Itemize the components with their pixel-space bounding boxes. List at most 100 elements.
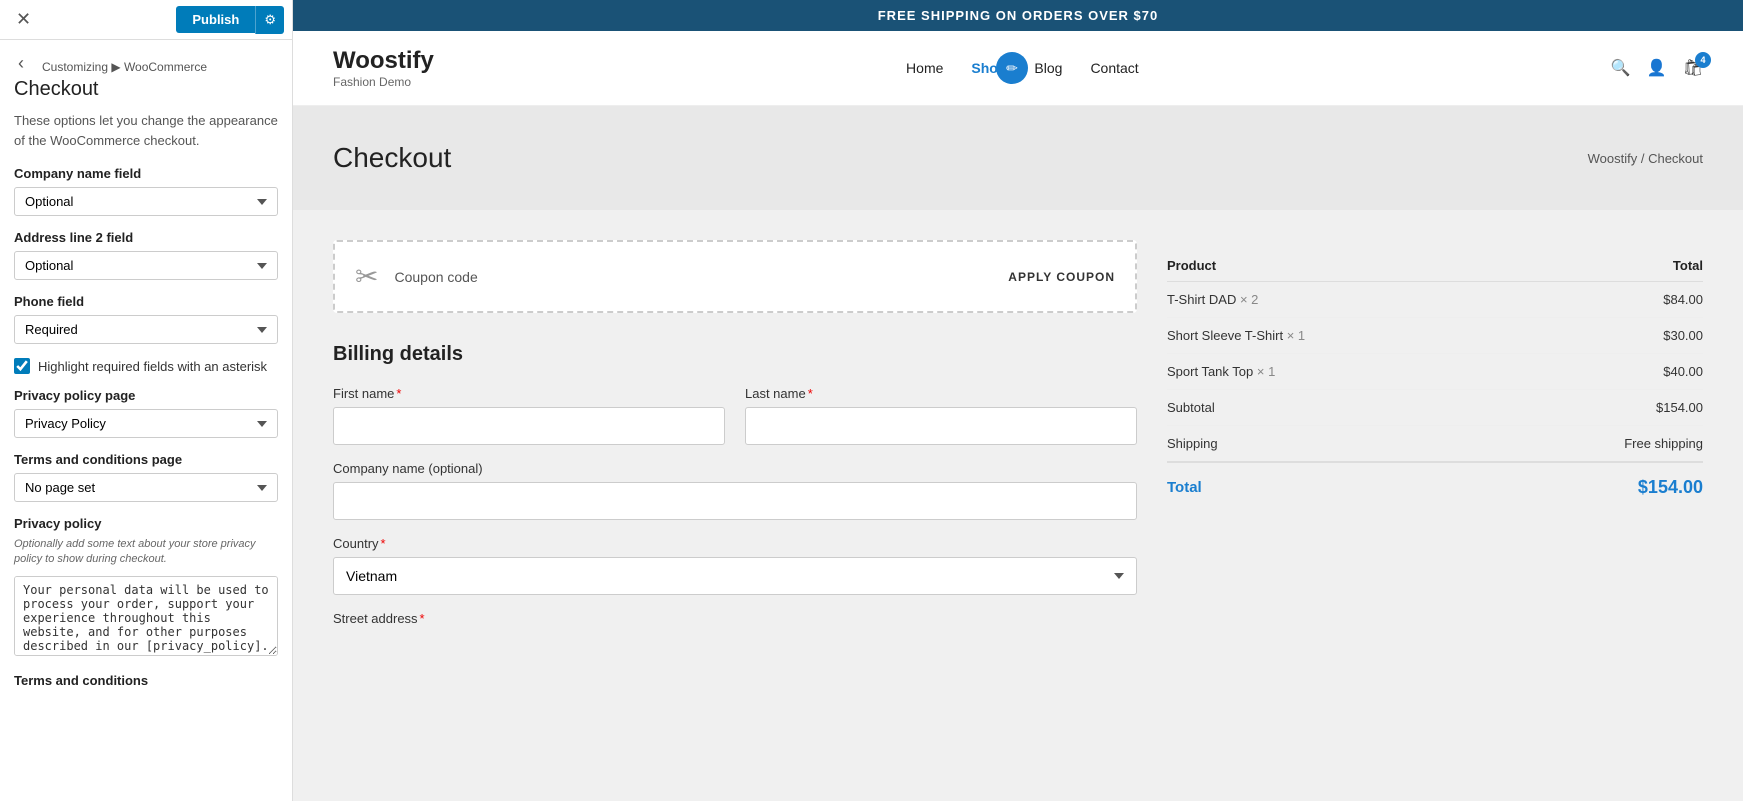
shipping-row: Shipping Free shipping — [1167, 426, 1703, 463]
required-star: * — [808, 386, 813, 401]
phone-field-label: Phone field — [14, 294, 278, 309]
customizer-panel: ✕ Publish ⚙ ‹ Customizing ▶ WooCommerce … — [0, 0, 293, 801]
first-name-group: First name* — [333, 386, 725, 445]
shipping-value: Free shipping — [1508, 426, 1703, 463]
street-label: Street address* — [333, 611, 1137, 626]
country-select[interactable]: Vietnam — [333, 557, 1137, 595]
coupon-box: ✂ Coupon code APPLY COUPON — [333, 240, 1137, 313]
privacy-policy-page-select[interactable]: Privacy Policy No page set — [14, 409, 278, 438]
highlight-required-checkbox[interactable] — [14, 358, 30, 374]
checkout-left: ✂ Coupon code APPLY COUPON Billing detai… — [333, 240, 1137, 632]
item-name: T-Shirt DAD × 2 — [1167, 282, 1508, 318]
street-group: Street address* — [333, 611, 1137, 632]
search-icon: 🔍 — [1611, 60, 1631, 77]
promo-bar: FREE SHIPPING ON ORDERS OVER $70 — [293, 0, 1743, 31]
privacy-policy-section-heading: Privacy policy — [14, 516, 278, 531]
site-logo: Woostify — [333, 47, 434, 75]
item-price: $40.00 — [1508, 354, 1703, 390]
country-label: Country* — [333, 536, 1137, 551]
terms-conditions-heading: Terms and conditions — [14, 673, 278, 688]
required-star: * — [381, 536, 386, 551]
coupon-text: Coupon code — [394, 269, 992, 285]
table-row: Short Sleeve T-Shirt × 1 $30.00 — [1167, 318, 1703, 354]
total-header: Total — [1508, 250, 1703, 282]
address-line2-field-label: Address line 2 field — [14, 230, 278, 245]
main-content: FREE SHIPPING ON ORDERS OVER $70 Woostif… — [293, 0, 1743, 801]
company-name-field-label: Company name field — [14, 166, 278, 181]
breadcrumb-hero-current: Checkout — [1648, 151, 1703, 166]
panel-description: These options let you change the appeara… — [14, 111, 278, 150]
coupon-icon: ✂ — [355, 260, 378, 293]
item-name: Sport Tank Top × 1 — [1167, 354, 1508, 390]
last-name-group: Last name* — [745, 386, 1137, 445]
privacy-policy-hint: Optionally add some text about your stor… — [14, 537, 278, 568]
site-tagline: Fashion Demo — [333, 75, 434, 89]
breadcrumb-hero-root: Woostify — [1588, 151, 1638, 166]
item-name: Short Sleeve T-Shirt × 1 — [1167, 318, 1508, 354]
required-star: * — [396, 386, 401, 401]
top-bar: ✕ Publish ⚙ — [0, 0, 292, 40]
account-button[interactable]: 👤 — [1647, 58, 1667, 78]
name-row: First name* Last name* — [333, 386, 1137, 445]
country-group: Country* Vietnam — [333, 536, 1137, 595]
privacy-policy-textarea[interactable]: Your personal data will be used to proce… — [14, 576, 278, 656]
nav-contact[interactable]: Contact — [1090, 60, 1138, 76]
total-label: Total — [1167, 462, 1508, 508]
nav-icons: 🔍 👤 🛍 4 — [1611, 58, 1703, 78]
apply-coupon-button[interactable]: APPLY COUPON — [1008, 270, 1115, 284]
company-group: Company name (optional) — [333, 461, 1137, 520]
publish-settings-button[interactable]: ⚙ — [255, 6, 284, 34]
back-button[interactable]: ‹ — [14, 53, 28, 74]
order-summary: Product Total T-Shirt DAD × 2 $84.00 — [1167, 240, 1703, 632]
highlight-required-row: Highlight required fields with an asteri… — [14, 358, 278, 374]
terms-page-select[interactable]: No page set Terms and Conditions — [14, 473, 278, 502]
subtotal-row: Subtotal $154.00 — [1167, 390, 1703, 426]
highlight-required-label: Highlight required fields with an asteri… — [38, 359, 267, 374]
privacy-policy-page-label: Privacy policy page — [14, 388, 278, 403]
edit-pencil-icon[interactable]: ✏ — [996, 52, 1028, 84]
address-line2-field-select[interactable]: Optional Hidden Required — [14, 251, 278, 280]
nav-blog[interactable]: Blog — [1034, 60, 1062, 76]
gear-icon: ⚙ — [264, 12, 276, 27]
publish-area: Publish ⚙ — [176, 6, 284, 34]
nav-home[interactable]: Home — [906, 60, 943, 76]
first-name-input[interactable] — [333, 407, 725, 445]
last-name-input[interactable] — [745, 407, 1137, 445]
breadcrumb-arrow: ▶ — [111, 60, 124, 74]
item-price: $30.00 — [1508, 318, 1703, 354]
company-input[interactable] — [333, 482, 1137, 520]
company-label: Company name (optional) — [333, 461, 1137, 476]
subtotal-value: $154.00 — [1508, 390, 1703, 426]
checkout-main: ✂ Coupon code APPLY COUPON Billing detai… — [293, 210, 1743, 662]
table-row: Sport Tank Top × 1 $40.00 — [1167, 354, 1703, 390]
shipping-label: Shipping — [1167, 426, 1508, 463]
total-value: $154.00 — [1508, 462, 1703, 508]
table-row: T-Shirt DAD × 2 $84.00 — [1167, 282, 1703, 318]
site-header: Woostify Fashion Demo ✏ Home Shop Blog C… — [293, 31, 1743, 106]
company-name-field-select[interactable]: Optional Hidden Required — [14, 187, 278, 216]
breadcrumb-section: WooCommerce — [124, 60, 207, 74]
publish-button[interactable]: Publish — [176, 6, 255, 33]
page-hero: Checkout Woostify / Checkout — [293, 106, 1743, 210]
user-icon: 👤 — [1647, 60, 1667, 77]
page-hero-title: Checkout — [333, 142, 451, 174]
order-table: Product Total T-Shirt DAD × 2 $84.00 — [1167, 250, 1703, 508]
panel-title: Checkout — [0, 76, 292, 111]
cart-wrap: 🛍 4 — [1683, 58, 1703, 78]
breadcrumb: Customizing ▶ WooCommerce — [28, 50, 221, 76]
search-button[interactable]: 🔍 — [1611, 58, 1631, 78]
panel-content: These options let you change the appeara… — [0, 111, 292, 801]
breadcrumb-root: Customizing — [42, 60, 108, 74]
required-star: * — [420, 611, 425, 626]
product-header: Product — [1167, 250, 1508, 282]
subtotal-label: Subtotal — [1167, 390, 1508, 426]
site-logo-wrap: Woostify Fashion Demo — [333, 47, 434, 89]
close-button[interactable]: ✕ — [8, 5, 39, 34]
phone-field-select[interactable]: Optional Hidden Required — [14, 315, 278, 344]
breadcrumb-hero: Woostify / Checkout — [1588, 151, 1703, 166]
total-row: Total $154.00 — [1167, 462, 1703, 508]
item-price: $84.00 — [1508, 282, 1703, 318]
terms-page-label: Terms and conditions page — [14, 452, 278, 467]
billing-title: Billing details — [333, 343, 1137, 366]
first-name-label: First name* — [333, 386, 725, 401]
